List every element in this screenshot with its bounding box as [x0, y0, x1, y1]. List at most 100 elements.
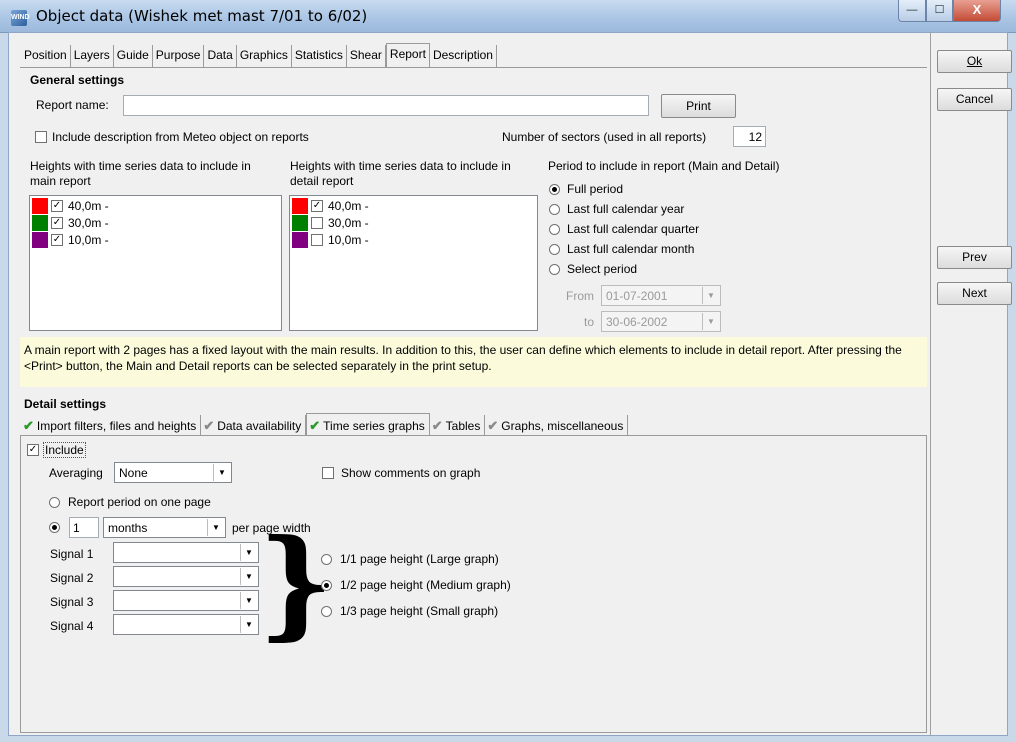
tab-graphics[interactable]: Graphics: [237, 45, 292, 67]
tab-data[interactable]: Data: [204, 45, 237, 67]
check-icon: ✔: [203, 418, 215, 433]
height-checkbox[interactable]: [311, 234, 323, 246]
check-icon: ✔: [431, 418, 443, 433]
period-option-radio[interactable]: [549, 224, 560, 235]
detail-settings-heading: Detail settings: [24, 397, 107, 411]
check-icon: ✔: [487, 418, 499, 433]
height-label: 30,0m -: [68, 216, 109, 230]
prev-button[interactable]: Prev: [937, 246, 1012, 269]
period-option-label: Last full calendar year: [567, 202, 685, 216]
height-label: 40,0m -: [328, 199, 369, 213]
check-icon: ✔: [23, 418, 34, 433]
graph-size-label: 1/2 page height (Medium graph): [340, 578, 511, 592]
detail-heights-list[interactable]: ✓ 40,0m - 30,0m - 10,0m -: [289, 195, 538, 331]
averaging-dropdown[interactable]: None ▼: [114, 462, 232, 483]
signal-1-label: Signal 1: [50, 547, 94, 561]
chevron-down-icon: ▼: [240, 568, 257, 585]
color-swatch: [292, 215, 308, 231]
period-option-label: Select period: [567, 262, 638, 276]
show-comments-checkbox[interactable]: [322, 467, 334, 479]
graph-size-radio[interactable]: [321, 554, 332, 565]
tab-position[interactable]: Position: [21, 45, 71, 67]
next-button[interactable]: Next: [937, 282, 1012, 305]
height-label: 40,0m -: [68, 199, 109, 213]
height-checkbox[interactable]: ✓: [311, 200, 323, 212]
signal-1-dropdown[interactable]: ▼: [113, 542, 259, 563]
tab-underline: [20, 67, 927, 68]
color-swatch: [32, 232, 48, 248]
tab-purpose[interactable]: Purpose: [153, 45, 205, 67]
main-tabs: Position Layers Guide Purpose Data Graph…: [21, 43, 497, 68]
include-checkbox[interactable]: ✓: [27, 444, 39, 456]
signal-3-label: Signal 3: [50, 595, 94, 609]
to-label: to: [584, 315, 595, 329]
tab-report[interactable]: Report: [385, 43, 430, 68]
include-label: Include: [43, 442, 86, 458]
color-swatch: [32, 198, 48, 214]
tab-description[interactable]: Description: [430, 45, 497, 67]
minimize-button[interactable]: —: [898, 0, 926, 22]
maximize-button[interactable]: ☐: [926, 0, 953, 22]
ok-button[interactable]: Ok: [937, 50, 1012, 73]
tab-shear[interactable]: Shear: [347, 45, 386, 67]
tab-import-filters[interactable]: ✔ Import filters, files and heights: [21, 415, 202, 435]
signal-2-dropdown[interactable]: ▼: [113, 566, 259, 587]
per-page-unit-dropdown[interactable]: months ▼: [103, 517, 226, 538]
sectors-input[interactable]: [733, 126, 766, 147]
report-period-radio[interactable]: [49, 497, 60, 508]
tab-guide[interactable]: Guide: [114, 45, 153, 67]
height-checkbox[interactable]: ✓: [51, 234, 63, 246]
height-label: 30,0m -: [328, 216, 369, 230]
cancel-button[interactable]: Cancel: [937, 88, 1012, 111]
include-description-label: Include description from Meteo object on…: [52, 130, 309, 144]
window-title: Object data (Wishek met mast 7/01 to 6/0…: [36, 7, 368, 25]
chevron-down-icon: ▼: [702, 287, 719, 304]
chevron-down-icon: ▼: [240, 544, 257, 561]
report-name-input[interactable]: [123, 95, 649, 116]
color-swatch: [292, 198, 308, 214]
tab-time-series-graphs[interactable]: ✔ Time series graphs: [306, 413, 430, 436]
period-option-radio[interactable]: [549, 264, 560, 275]
print-button[interactable]: Print: [661, 94, 736, 118]
per-page-count-input[interactable]: [69, 517, 99, 538]
signal-2-label: Signal 2: [50, 571, 94, 585]
main-heights-list[interactable]: ✓ 40,0m - ✓ 30,0m - ✓ 10,0m -: [29, 195, 282, 331]
to-date-dropdown[interactable]: 30-06-2002 ▼: [601, 311, 721, 332]
tab-graphs-misc[interactable]: ✔ Graphs, miscellaneous: [485, 415, 629, 435]
chevron-down-icon: ▼: [240, 616, 257, 633]
main-heights-label: Heights with time series data to include…: [30, 159, 251, 188]
height-label: 10,0m -: [328, 233, 369, 247]
tab-layers[interactable]: Layers: [71, 45, 114, 67]
tab-data-availability[interactable]: ✔ Data availability: [201, 415, 307, 435]
graph-size-radio[interactable]: [321, 580, 332, 591]
height-checkbox[interactable]: ✓: [51, 217, 63, 229]
check-icon: ✔: [309, 418, 321, 433]
sidebar-separator: [930, 32, 931, 736]
chevron-down-icon: ▼: [213, 464, 230, 481]
period-option-label: Last full calendar quarter: [567, 222, 700, 236]
info-text: A main report with 2 pages has a fixed l…: [24, 343, 902, 373]
detail-tabs: ✔ Import filters, files and heights ✔ Data…: [21, 413, 629, 436]
graph-size-label: 1/3 page height (Small graph): [340, 604, 499, 618]
height-checkbox[interactable]: ✓: [51, 200, 63, 212]
app-icon: WIND: [11, 10, 30, 26]
tab-statistics[interactable]: Statistics: [292, 45, 347, 67]
general-settings-heading: General settings: [30, 73, 125, 87]
height-label: 10,0m -: [68, 233, 109, 247]
close-button[interactable]: X: [953, 0, 1001, 22]
period-option-radio[interactable]: [549, 244, 560, 255]
graph-size-radio[interactable]: [321, 606, 332, 617]
height-checkbox[interactable]: [311, 217, 323, 229]
per-page-radio[interactable]: [49, 522, 60, 533]
period-option-label: Full period: [567, 182, 624, 196]
tab-tables[interactable]: ✔ Tables: [430, 415, 486, 435]
period-option-radio[interactable]: [549, 184, 560, 195]
include-description-checkbox[interactable]: [35, 131, 47, 143]
signal-3-dropdown[interactable]: ▼: [113, 590, 259, 611]
color-swatch: [32, 215, 48, 231]
sectors-label: Number of sectors (used in all reports): [502, 130, 707, 144]
period-option-radio[interactable]: [549, 204, 560, 215]
signal-4-dropdown[interactable]: ▼: [113, 614, 259, 635]
color-swatch: [292, 232, 308, 248]
from-date-dropdown[interactable]: 01-07-2001 ▼: [601, 285, 721, 306]
